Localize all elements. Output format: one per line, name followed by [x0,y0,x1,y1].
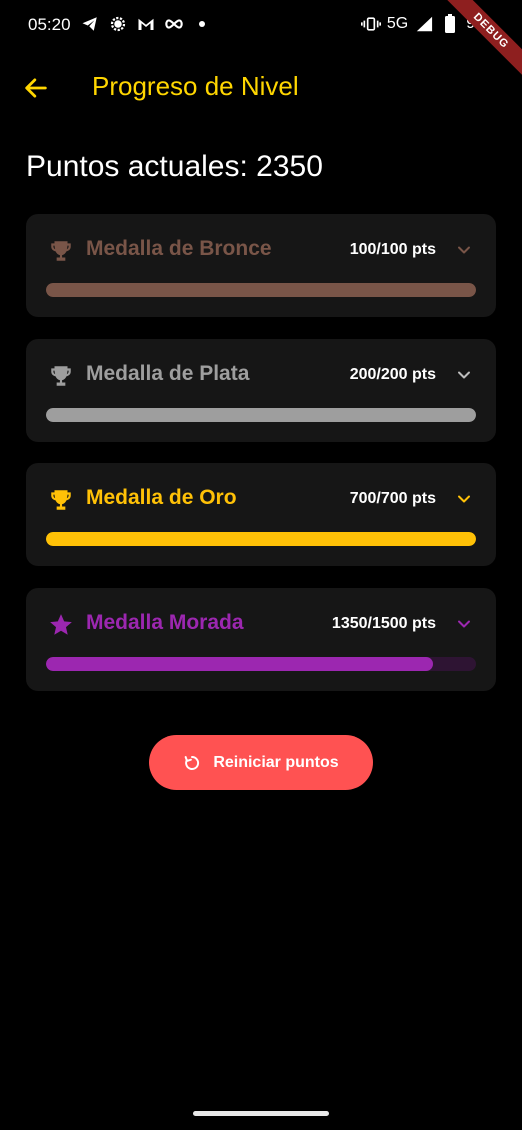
chevron-down-icon[interactable] [454,240,474,260]
medal-progress-text: 1350/1500 pts [331,615,436,632]
medal-name: Medalla de Bronce [86,237,272,260]
signal-app-icon [108,14,128,34]
progress-bar [46,657,476,671]
signal-icon [414,14,434,34]
app-bar: Progreso de Nivel [0,62,522,114]
progress-bar [46,408,476,422]
medal-progress-text: 700/700 pts [349,490,436,507]
battery-icon [440,14,460,34]
chevron-down-icon[interactable] [454,489,474,509]
medal-name: Medalla Morada [86,611,244,634]
gmail-icon [136,14,156,34]
notification-icons [80,14,212,34]
progress-bar [46,532,476,546]
infinity-icon [164,14,184,34]
reset-points-label: Reiniciar puntos [213,753,339,771]
progress-fill [46,283,476,297]
chevron-down-icon[interactable] [454,365,474,385]
medal-progress-text: 100/100 pts [349,241,436,258]
medal-card-gold[interactable]: Medalla de Oro 700/700 pts [26,463,496,566]
star-icon [48,612,74,638]
status-time: 05:20 [28,15,71,34]
progress-fill [46,532,476,546]
medal-card-bronze[interactable]: Medalla de Bronce 100/100 pts [26,214,496,317]
progress-fill [46,408,476,422]
medal-card-silver[interactable]: Medalla de Plata 200/200 pts [26,339,496,442]
home-indicator[interactable] [193,1111,329,1116]
medal-progress-text: 200/200 pts [349,366,436,383]
refresh-icon [184,755,200,770]
medal-name: Medalla de Plata [86,362,250,385]
vibrate-icon [360,14,381,34]
current-points: Puntos actuales: 2350 [26,150,323,183]
telegram-icon [80,14,100,34]
back-button[interactable] [22,74,50,102]
medal-name: Medalla de Oro [86,486,237,509]
trophy-icon [48,238,74,264]
trophy-icon [48,363,74,389]
page-title: Progreso de Nivel [92,71,299,101]
trophy-icon [48,487,74,513]
arrow-left-icon [25,78,47,98]
status-bar: 05:20 5G 99 DEBUG [0,0,522,84]
progress-fill [46,657,433,671]
network-label: 5G [386,15,409,32]
chevron-down-icon[interactable] [454,614,474,634]
reset-points-button[interactable]: Reiniciar puntos [149,735,373,790]
dot-icon [192,14,212,34]
progress-bar [46,283,476,297]
medal-card-purple[interactable]: Medalla Morada 1350/1500 pts [26,588,496,691]
